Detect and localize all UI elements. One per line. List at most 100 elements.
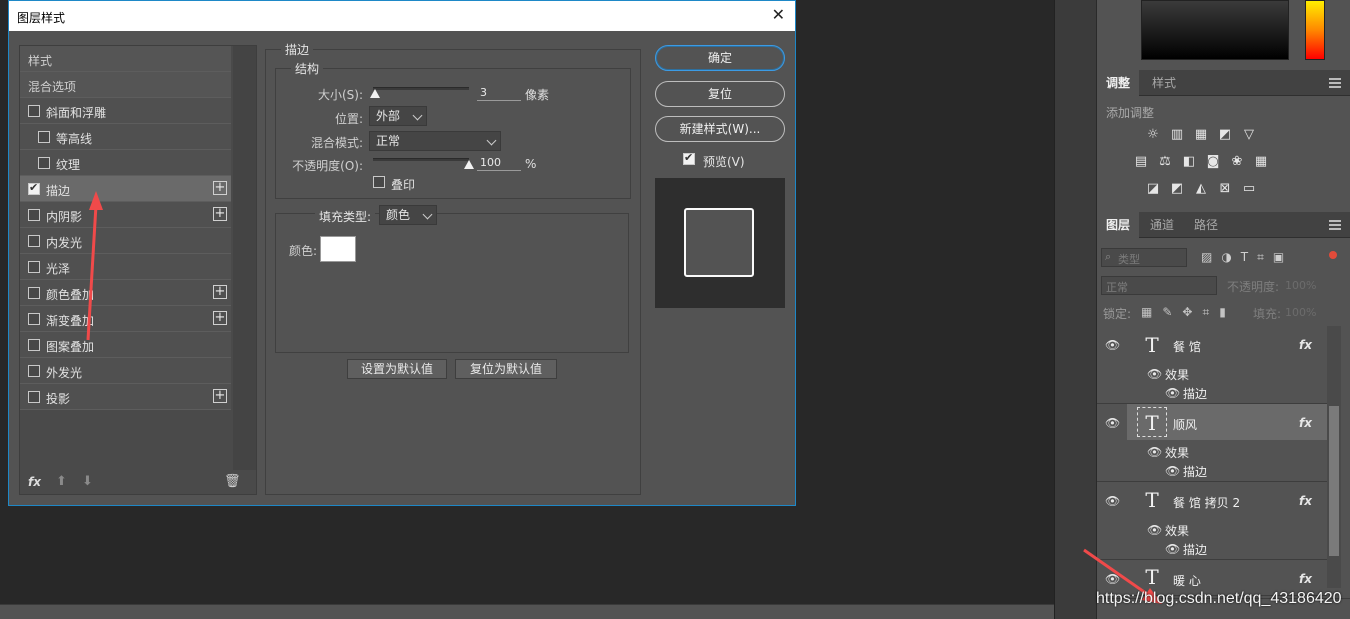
size-input[interactable]: 3 bbox=[477, 85, 521, 101]
posterize-icon[interactable]: ◩ bbox=[1169, 182, 1185, 196]
style-item[interactable]: 样式 bbox=[20, 46, 231, 72]
style-item[interactable]: 投影 + bbox=[20, 384, 231, 410]
style-checkbox[interactable] bbox=[28, 313, 40, 325]
preview-checkbox[interactable] bbox=[683, 151, 695, 165]
style-checkbox[interactable] bbox=[28, 339, 40, 351]
opacity-input[interactable]: 100 bbox=[477, 155, 521, 171]
effects-eye-icon[interactable]: 👁 bbox=[1147, 524, 1162, 536]
arrow-down-icon[interactable]: ⬇ bbox=[82, 474, 93, 489]
opacity-value[interactable]: 100% bbox=[1285, 279, 1316, 292]
trash-icon[interactable]: 🗑 bbox=[224, 474, 241, 489]
reset-button[interactable]: 复位 bbox=[655, 81, 785, 107]
style-checkbox[interactable] bbox=[28, 261, 40, 273]
stroke-eye-icon[interactable]: 👁 bbox=[1165, 465, 1180, 477]
black-white-icon[interactable]: ◧ bbox=[1181, 155, 1197, 169]
visibility-eye-icon[interactable]: 👁 bbox=[1105, 417, 1120, 429]
add-effect-plus-icon[interactable]: + bbox=[213, 285, 227, 299]
brightness-icon[interactable]: ☼ bbox=[1145, 128, 1161, 142]
tab-adjustments[interactable]: 调整 bbox=[1097, 70, 1140, 96]
hue-saturation-icon[interactable]: ▤ bbox=[1133, 155, 1149, 169]
style-checkbox[interactable] bbox=[28, 287, 40, 299]
gradient-map-icon[interactable]: ▭ bbox=[1241, 182, 1257, 196]
effects-eye-icon[interactable]: 👁 bbox=[1147, 368, 1162, 380]
stroke-eye-icon[interactable]: 👁 bbox=[1165, 387, 1180, 399]
position-select[interactable]: 外部 bbox=[369, 106, 427, 126]
visibility-eye-icon[interactable]: 👁 bbox=[1105, 495, 1120, 507]
color-balance-icon[interactable]: ⚖ bbox=[1157, 155, 1173, 169]
size-slider-track[interactable] bbox=[373, 87, 469, 90]
levels-icon[interactable]: ▥ bbox=[1169, 128, 1185, 142]
blend-mode-select[interactable]: 正常 bbox=[1101, 276, 1217, 295]
close-icon[interactable]: ✕ bbox=[772, 7, 785, 23]
stroke-eye-icon[interactable]: 👁 bbox=[1165, 543, 1180, 555]
color-lookup-icon[interactable]: ▦ bbox=[1253, 155, 1269, 169]
arrow-up-icon[interactable]: ⬆ bbox=[56, 474, 67, 489]
style-item[interactable]: 混合选项 bbox=[20, 72, 231, 98]
selective-color-icon[interactable]: ⊠ bbox=[1217, 182, 1233, 196]
style-checkbox[interactable] bbox=[38, 157, 50, 169]
style-item[interactable]: 图案叠加 bbox=[20, 332, 231, 358]
tab-paths[interactable]: 路径 bbox=[1185, 212, 1227, 238]
fx-menu-button[interactable]: fx bbox=[28, 475, 41, 489]
tab-channels[interactable]: 通道 bbox=[1141, 212, 1183, 238]
fx-icon[interactable]: fx bbox=[1299, 338, 1312, 352]
styles-list-scrollbar[interactable] bbox=[233, 46, 256, 470]
fill-value[interactable]: 100% bbox=[1285, 306, 1316, 319]
invert-icon[interactable]: ◪ bbox=[1145, 182, 1161, 196]
style-item[interactable]: 描边 + bbox=[20, 176, 231, 202]
opacity-slider-track[interactable] bbox=[373, 158, 469, 161]
style-checkbox[interactable] bbox=[28, 235, 40, 247]
stroke-color-swatch[interactable] bbox=[320, 236, 356, 262]
style-item[interactable]: 内阴影 + bbox=[20, 202, 231, 228]
size-slider-knob[interactable] bbox=[369, 89, 380, 98]
layer-row[interactable]: 👁 T 顺风 fx 👁 效果 👁 描边 bbox=[1097, 404, 1327, 482]
style-checkbox[interactable] bbox=[28, 391, 40, 403]
tab-styles[interactable]: 样式 bbox=[1143, 70, 1185, 96]
threshold-icon[interactable]: ◭ bbox=[1193, 182, 1209, 196]
scroll-thumb[interactable] bbox=[1329, 406, 1339, 556]
set-default-button[interactable]: 设置为默认值 bbox=[347, 359, 447, 379]
reset-default-button[interactable]: 复位为默认值 bbox=[455, 359, 557, 379]
layer-row[interactable]: 👁 T 餐 馆 拷贝 2 fx 👁 效果 👁 描边 bbox=[1097, 482, 1327, 560]
layers-scrollbar[interactable] bbox=[1327, 326, 1341, 588]
opacity-slider-knob[interactable] bbox=[464, 160, 474, 169]
dialog-titlebar[interactable]: 图层样式 ✕ bbox=[9, 1, 795, 31]
layer-filter-select[interactable]: ⌕ 类型 bbox=[1101, 248, 1187, 267]
visibility-eye-icon[interactable]: 👁 bbox=[1105, 573, 1120, 585]
style-checkbox[interactable] bbox=[38, 131, 50, 143]
effects-eye-icon[interactable]: 👁 bbox=[1147, 446, 1162, 458]
channel-mixer-icon[interactable]: ❀ bbox=[1229, 155, 1245, 169]
style-item[interactable]: 纹理 bbox=[20, 150, 231, 176]
overprint-checkbox[interactable] bbox=[373, 176, 385, 188]
style-item[interactable]: 颜色叠加 + bbox=[20, 280, 231, 306]
vibrance-icon[interactable]: ▽ bbox=[1241, 128, 1257, 142]
style-checkbox[interactable] bbox=[28, 209, 40, 221]
add-effect-plus-icon[interactable]: + bbox=[213, 207, 227, 221]
visibility-eye-icon[interactable]: 👁 bbox=[1105, 339, 1120, 351]
fx-icon[interactable]: fx bbox=[1299, 572, 1312, 586]
style-item[interactable]: 内发光 bbox=[20, 228, 231, 254]
fill-type-select[interactable]: 颜色 bbox=[379, 205, 437, 225]
style-checkbox[interactable] bbox=[28, 105, 40, 117]
style-item[interactable]: 光泽 bbox=[20, 254, 231, 280]
new-style-button[interactable]: 新建样式(W)... bbox=[655, 116, 785, 142]
fx-icon[interactable]: fx bbox=[1299, 416, 1312, 430]
style-item[interactable]: 等高线 bbox=[20, 124, 231, 150]
hue-slider[interactable] bbox=[1305, 0, 1325, 60]
style-item[interactable]: 外发光 bbox=[20, 358, 231, 384]
ok-button[interactable]: 确定 bbox=[655, 45, 785, 71]
add-effect-plus-icon[interactable]: + bbox=[213, 311, 227, 325]
style-item[interactable]: 渐变叠加 + bbox=[20, 306, 231, 332]
lock-icons[interactable]: ▦✎✥⌗▮ bbox=[1141, 305, 1236, 320]
photo-filter-icon[interactable]: ◙ bbox=[1205, 155, 1221, 169]
blend-mode-select[interactable]: 正常 bbox=[369, 131, 501, 151]
style-checkbox[interactable] bbox=[28, 365, 40, 377]
filter-toggle-icon[interactable] bbox=[1329, 251, 1337, 259]
curves-icon[interactable]: ▦ bbox=[1193, 128, 1209, 142]
color-field[interactable] bbox=[1141, 0, 1289, 60]
style-checkbox[interactable] bbox=[28, 181, 40, 195]
panel-menu-icon[interactable] bbox=[1329, 78, 1341, 88]
add-effect-plus-icon[interactable]: + bbox=[213, 389, 227, 403]
fx-icon[interactable]: fx bbox=[1299, 494, 1312, 508]
exposure-icon[interactable]: ◩ bbox=[1217, 128, 1233, 142]
